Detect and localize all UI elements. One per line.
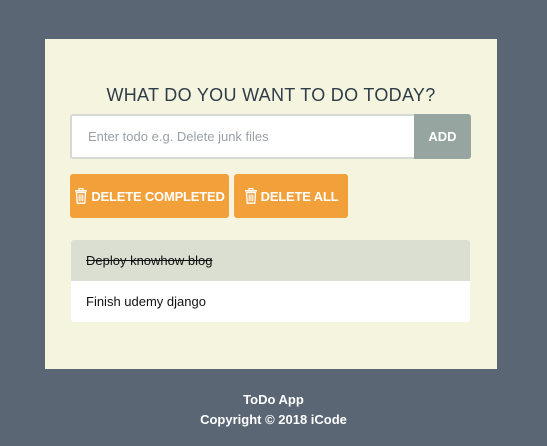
delete-all-label: DELETE ALL [260,188,339,204]
trash-icon [75,188,88,204]
delete-completed-button[interactable]: DELETE COMPLETED [70,174,229,218]
delete-completed-label: DELETE COMPLETED [91,188,225,204]
delete-all-button[interactable]: DELETE ALL [234,174,348,218]
todo-form: ADD [70,114,471,159]
add-button[interactable]: ADD [414,114,471,159]
footer-app-name: ToDo App [243,392,304,407]
todo-list: Deploy knowhow blog Finish udemy django [71,240,470,322]
footer-copyright: Copyright © 2018 iCode [200,412,347,427]
todo-item-text: Deploy knowhow blog [86,253,213,268]
todo-card: WHAT DO YOU WANT TO DO TODAY? ADD DELETE… [45,39,497,369]
todo-input[interactable] [70,114,414,159]
todo-item[interactable]: Finish udemy django [71,281,470,322]
trash-icon [244,188,257,204]
todo-item-text: Finish udemy django [86,294,206,309]
todo-item-completed[interactable]: Deploy knowhow blog [71,240,470,281]
page-title: WHAT DO YOU WANT TO DO TODAY? [106,85,436,105]
footer: ToDo App Copyright © 2018 iCode [0,390,547,430]
